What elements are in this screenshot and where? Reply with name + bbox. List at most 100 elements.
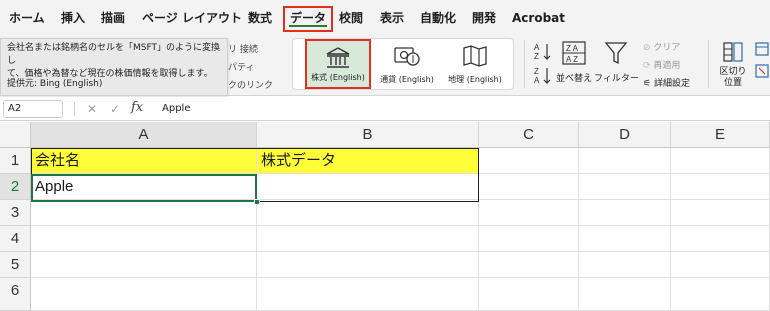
row-header-1[interactable]: 1 [0, 148, 31, 174]
filter-button[interactable]: フィルター [594, 40, 639, 90]
flash-fill-button[interactable] [754, 42, 770, 59]
cell-b4[interactable] [257, 226, 479, 252]
svg-text:A: A [534, 43, 540, 52]
cell-d1[interactable] [579, 148, 671, 174]
cell-e6[interactable] [671, 278, 770, 311]
cell-e1[interactable] [671, 148, 770, 174]
ribbon-tab-bar: ホーム 挿入 描画 ページ レイアウト 数式 データ 校閲 表示 自動化 開発 … [0, 0, 770, 34]
edit-links-label[interactable]: クのリンク [228, 78, 273, 91]
sort-ascending-button[interactable]: A Z [532, 42, 554, 65]
column-header-b[interactable]: B [257, 122, 479, 148]
tab-review[interactable]: 校閲 [339, 10, 363, 26]
svg-text:A: A [534, 76, 540, 85]
svg-text:Z: Z [534, 52, 539, 61]
column-header-d[interactable]: D [579, 122, 671, 148]
geography-label: 地理 (English) [448, 75, 502, 84]
cell-c1[interactable] [479, 148, 579, 174]
sort-button[interactable]: Z A A Z 並べ替え [556, 40, 592, 90]
filter-icon [603, 42, 629, 69]
stocks-tooltip: 会社名または銘柄名のセルを「MSFT」のように変換し て、価格や為替など現在の株… [0, 38, 228, 96]
cell-a6[interactable] [31, 278, 257, 311]
svg-text:Z: Z [534, 67, 539, 76]
cell-d2[interactable] [579, 174, 671, 200]
insert-function-icon[interactable]: fx [131, 100, 143, 115]
cell-a1[interactable]: 会社名 [31, 148, 257, 174]
cell-d3[interactable] [579, 200, 671, 226]
row-header-3[interactable]: 3 [0, 200, 31, 226]
cell-b6[interactable] [257, 278, 479, 311]
flash-fill-icon [755, 42, 769, 59]
formula-bar-divider [74, 102, 75, 116]
cell-d5[interactable] [579, 252, 671, 278]
advanced-filter-label: 詳細設定 [653, 79, 690, 89]
confirm-icon[interactable]: ✓ [110, 101, 120, 117]
text-to-columns-icon [721, 42, 745, 67]
cell-d4[interactable] [579, 226, 671, 252]
tab-acrobat[interactable]: Acrobat [512, 10, 565, 26]
row-header-6[interactable]: 6 [0, 278, 31, 311]
currency-data-type-button[interactable]: 通貨 (English) [373, 39, 441, 89]
row-header-2[interactable]: 2 [0, 174, 31, 200]
cell-a2[interactable]: Apple [31, 174, 257, 200]
tab-page-layout[interactable]: ページ レイアウト [142, 10, 242, 26]
spreadsheet-grid: A B C D E 1 2 3 4 5 6 会社名 株式データ Apple [0, 122, 770, 311]
text-to-columns-button[interactable]: 区切り 位置 [716, 40, 750, 92]
reapply-button[interactable]: ⟳ 再適用 [643, 58, 680, 71]
column-header-c[interactable]: C [479, 122, 579, 148]
data-types-gallery: 株式 (English) 通貨 (English) 地理 (English) [292, 38, 514, 90]
cell-e3[interactable] [671, 200, 770, 226]
select-all-corner[interactable] [0, 122, 31, 148]
tooltip-source: 提供元: Bing (English) [7, 79, 103, 89]
stocks-data-type-button[interactable]: 株式 (English) [305, 39, 371, 89]
cell-c5[interactable] [479, 252, 579, 278]
advanced-filter-button[interactable]: ⚟ 詳細設定 [643, 76, 690, 89]
cell-e5[interactable] [671, 252, 770, 278]
cell-e2[interactable] [671, 174, 770, 200]
cell-b2[interactable] [257, 174, 479, 200]
cell-c2[interactable] [479, 174, 579, 200]
sort-descending-button[interactable]: Z A [532, 66, 554, 89]
column-header-a[interactable]: A [31, 122, 257, 148]
tab-draw[interactable]: 描画 [101, 10, 125, 26]
stocks-label: 株式 (English) [311, 73, 365, 82]
cell-b3[interactable] [257, 200, 479, 226]
remove-duplicates-button[interactable] [754, 64, 770, 81]
cell-c4[interactable] [479, 226, 579, 252]
properties-label[interactable]: パティ [228, 60, 254, 73]
tab-automate[interactable]: 自動化 [420, 10, 456, 26]
reapply-icon: ⟳ [643, 61, 651, 71]
row-header-4[interactable]: 4 [0, 226, 31, 252]
tab-view[interactable]: 表示 [380, 10, 404, 26]
queries-connections-label[interactable]: リ 接続 [228, 42, 258, 55]
cell-d6[interactable] [579, 278, 671, 311]
tab-formulas[interactable]: 数式 [248, 10, 272, 26]
cell-a5[interactable] [31, 252, 257, 278]
clear-filter-label: クリア [653, 43, 681, 53]
clear-filter-button[interactable]: ⊘ クリア [643, 40, 680, 53]
tooltip-text-line1: 会社名または銘柄名のセルを「MSFT」のように変換し [7, 43, 220, 66]
formula-input[interactable]: Apple [162, 102, 190, 116]
text-to-columns-label-line2: 位置 [723, 78, 742, 88]
cell-e4[interactable] [671, 226, 770, 252]
map-icon [462, 44, 488, 70]
active-tab-underline [289, 25, 328, 27]
cell-b5[interactable] [257, 252, 479, 278]
column-header-e[interactable]: E [671, 122, 770, 148]
cell-b1[interactable]: 株式データ [257, 148, 479, 174]
tab-data[interactable]: データ [283, 6, 334, 32]
cell-a3[interactable] [31, 200, 257, 226]
tab-developer[interactable]: 開発 [472, 10, 496, 26]
sort-icon: Z A A Z [561, 41, 587, 69]
row-header-5[interactable]: 5 [0, 252, 31, 278]
cell-a4[interactable] [31, 226, 257, 252]
tab-insert[interactable]: 挿入 [61, 10, 85, 26]
fill-handle[interactable] [254, 199, 260, 205]
svg-text:A Z: A Z [566, 55, 578, 64]
cancel-icon[interactable]: ✕ [87, 101, 97, 117]
tab-home[interactable]: ホーム [9, 10, 45, 26]
svg-text:Z A: Z A [566, 44, 579, 53]
name-box[interactable]: A2 [3, 100, 63, 118]
cell-c6[interactable] [479, 278, 579, 311]
cell-c3[interactable] [479, 200, 579, 226]
geography-data-type-button[interactable]: 地理 (English) [441, 39, 509, 89]
